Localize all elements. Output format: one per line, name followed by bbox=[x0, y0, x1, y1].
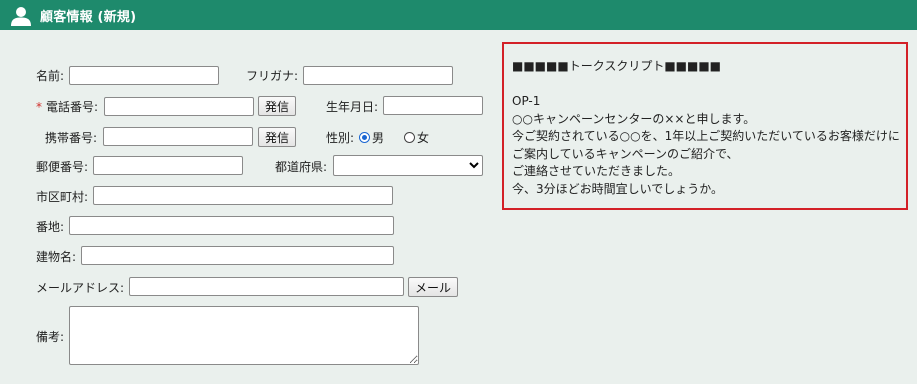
male-radio[interactable] bbox=[359, 132, 370, 143]
script-line: ご連絡させていただきました。 bbox=[512, 164, 681, 178]
prefecture-label: 都道府県: bbox=[275, 160, 328, 174]
prefecture-select[interactable] bbox=[333, 155, 483, 176]
mobile-call-button[interactable]: 発信 bbox=[258, 127, 296, 147]
female-radio[interactable] bbox=[404, 132, 415, 143]
script-code: OP-1 bbox=[512, 94, 541, 108]
name-label: 名前: bbox=[36, 69, 65, 83]
phone-label-text: 電話番号: bbox=[46, 100, 99, 114]
birthdate-input[interactable] bbox=[383, 96, 483, 115]
furigana-label: フリガナ: bbox=[246, 69, 299, 83]
postal-input[interactable] bbox=[93, 156, 243, 175]
male-label: 男 bbox=[372, 131, 385, 145]
building-label: 建物名: bbox=[36, 250, 77, 264]
script-line: 今、3分ほどお時間宜しいでしょうか。 bbox=[512, 181, 724, 196]
notes-textarea[interactable] bbox=[69, 306, 419, 365]
notes-label: 備考: bbox=[36, 330, 65, 344]
street-label: 番地: bbox=[36, 220, 65, 234]
header-bar: 顧客情報 (新規) bbox=[0, 0, 917, 30]
user-icon bbox=[11, 7, 31, 26]
city-input[interactable] bbox=[93, 186, 393, 205]
gender-female-option[interactable]: 女 bbox=[404, 129, 429, 146]
page-title: 顧客情報 (新規) bbox=[40, 10, 137, 25]
city-label: 市区町村: bbox=[36, 190, 89, 204]
street-input[interactable] bbox=[69, 216, 394, 235]
female-label: 女 bbox=[417, 131, 430, 145]
script-line: 今ご契約されている○○を、1年以上ご契約いただいているお客様だけに bbox=[512, 129, 900, 143]
email-input[interactable] bbox=[129, 277, 404, 296]
name-input[interactable] bbox=[69, 66, 219, 85]
birthdate-label: 生年月日: bbox=[326, 100, 379, 114]
script-heading: ■■■■■トークスクリプト■■■■■ bbox=[512, 59, 722, 73]
gender-label: 性別: bbox=[326, 131, 355, 145]
send-mail-button[interactable]: メール bbox=[408, 277, 458, 297]
script-line: ご案内しているキャンペーンのご紹介で、 bbox=[512, 146, 739, 161]
building-input[interactable] bbox=[81, 246, 394, 265]
phone-label: * 電話番号: bbox=[36, 98, 98, 115]
phone-call-button[interactable]: 発信 bbox=[258, 96, 296, 116]
phone-input[interactable] bbox=[104, 97, 254, 116]
mobile-input[interactable] bbox=[103, 127, 253, 146]
email-label: メールアドレス: bbox=[36, 281, 125, 295]
talk-script-panel: ■■■■■トークスクリプト■■■■■ OP-1 ○○キャンペーンセンターの××と… bbox=[502, 42, 908, 210]
postal-label: 郵便番号: bbox=[36, 160, 89, 174]
required-mark: * bbox=[36, 100, 42, 114]
script-line: ○○キャンペーンセンターの××と申します。 bbox=[512, 111, 756, 126]
furigana-input[interactable] bbox=[303, 66, 453, 85]
gender-male-option[interactable]: 男 bbox=[359, 129, 384, 146]
mobile-label: 携帯番号: bbox=[45, 131, 98, 145]
